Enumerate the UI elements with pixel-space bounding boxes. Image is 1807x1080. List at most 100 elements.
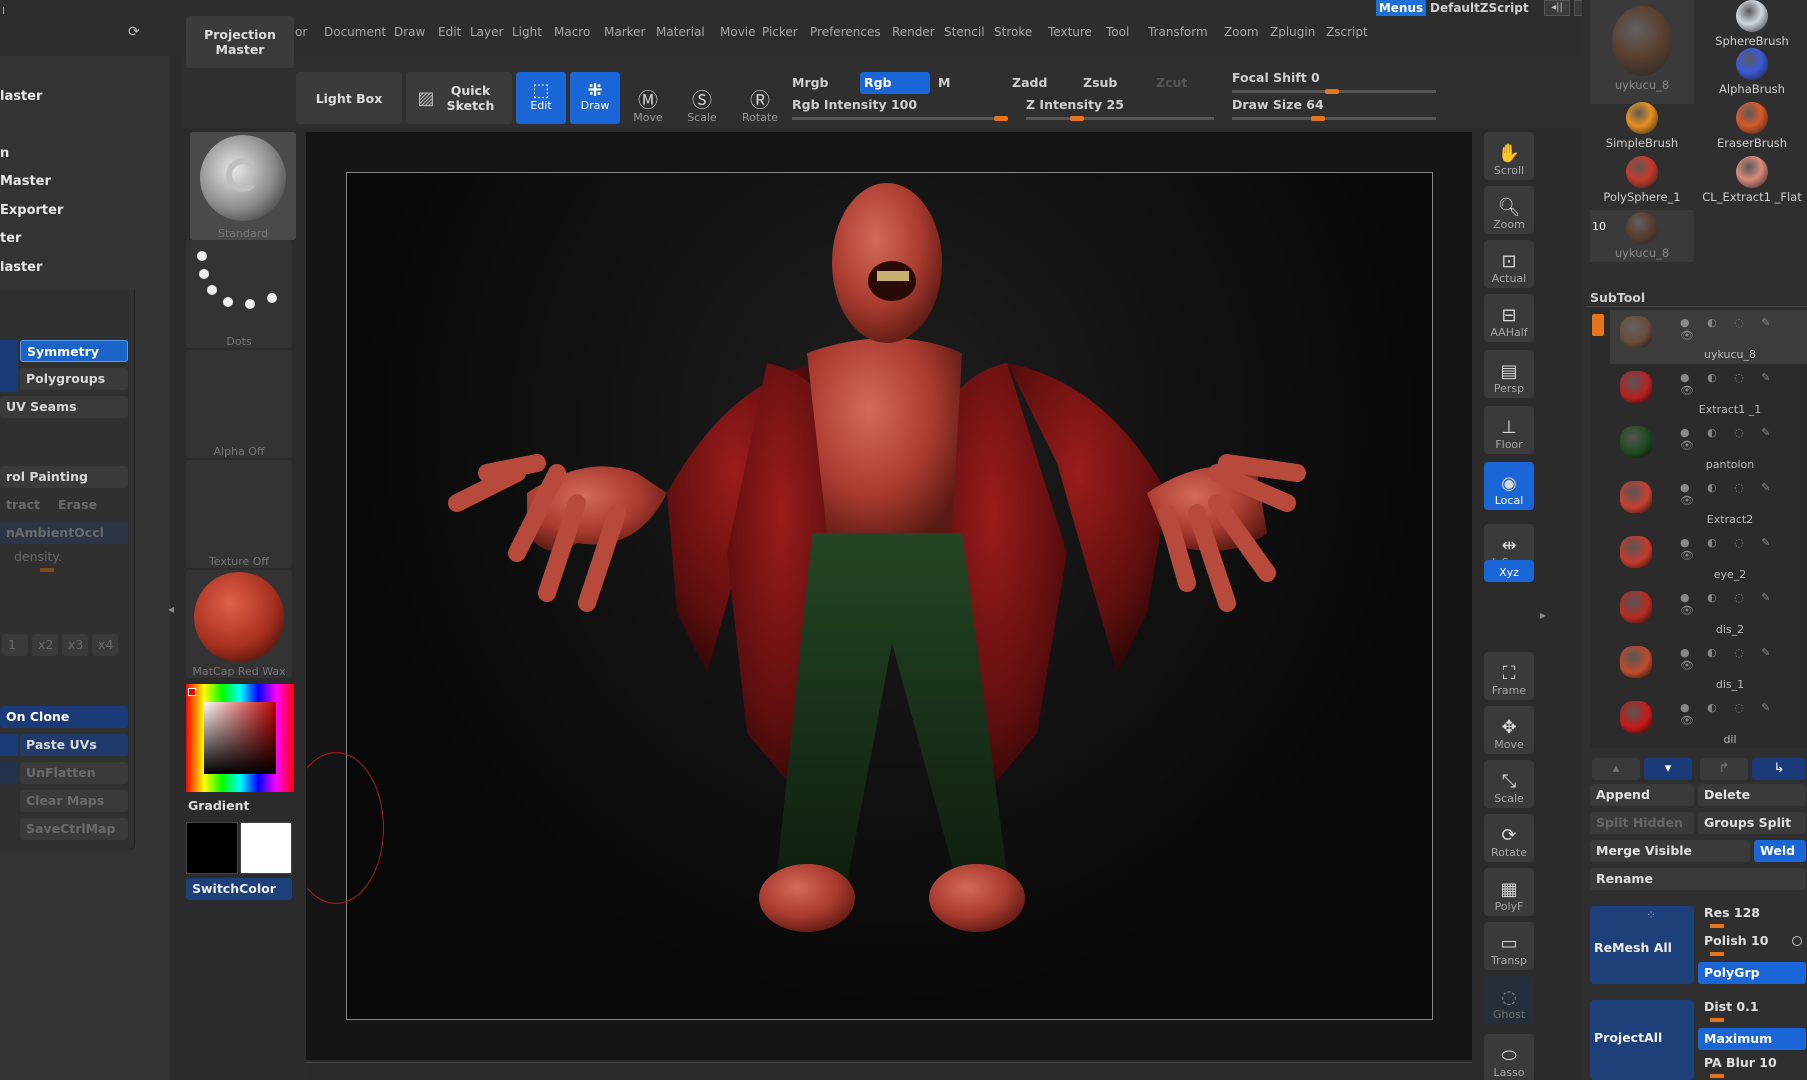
- subtool-row-0[interactable]: ● ◐ ◌ ✎ 👁︎ uykucu_8: [1610, 310, 1807, 364]
- merge-visible-button[interactable]: Merge Visible: [1590, 840, 1750, 862]
- right-tool-5[interactable]: ⊥ Floor: [1484, 406, 1534, 454]
- menu-17[interactable]: Texture: [1048, 25, 1092, 39]
- menu-arrow-icon[interactable]: ╷: [0, 0, 7, 14]
- menu-19[interactable]: Transform: [1148, 25, 1208, 39]
- refresh-icon[interactable]: ⟳: [128, 24, 140, 40]
- pa-blur-knob[interactable]: [1710, 1074, 1724, 1078]
- rgb-button[interactable]: Rgb: [860, 72, 930, 94]
- weld-button[interactable]: Weld: [1754, 840, 1806, 862]
- brush-cell-1[interactable]: SphereBrush: [1700, 0, 1804, 52]
- subtool-row-7[interactable]: ● ◐ ◌ ✎ 👁︎ dil: [1610, 695, 1807, 749]
- menu-9[interactable]: Marker: [604, 25, 645, 39]
- polygrp-button[interactable]: PolyGrp: [1698, 962, 1806, 984]
- brush-cell-5[interactable]: PolySphere_1: [1590, 154, 1694, 208]
- right-tool-11[interactable]: ⤡ Scale: [1484, 760, 1534, 808]
- light-box-button[interactable]: Light Box: [296, 72, 402, 124]
- edit-button[interactable]: ⬚ Edit: [516, 72, 566, 124]
- uv-seams-button[interactable]: UV Seams: [0, 396, 128, 418]
- menu-5[interactable]: Edit: [438, 25, 461, 39]
- rename-button[interactable]: Rename: [1590, 868, 1806, 890]
- menu-16[interactable]: Stroke: [994, 25, 1032, 39]
- subtool-arrow-up-icon[interactable]: ▴: [1592, 758, 1640, 780]
- paste-uvs-button[interactable]: Paste UVs: [20, 734, 128, 756]
- right-tool-3[interactable]: ⊟ AAHalf: [1484, 294, 1534, 342]
- focal-shift-knob[interactable]: [1325, 89, 1340, 94]
- layout-slider-icon[interactable]: ◂||: [1544, 0, 1570, 16]
- dist-knob[interactable]: [1710, 1018, 1724, 1022]
- subtool-move-icon[interactable]: ↱: [1700, 758, 1748, 780]
- menu-10[interactable]: Material: [656, 25, 705, 39]
- material-thumb[interactable]: MatCap Red Wax: [186, 570, 292, 678]
- groups-split-button[interactable]: Groups Split: [1698, 812, 1806, 834]
- left-item-4[interactable]: ter: [0, 231, 21, 246]
- left-item-3[interactable]: Exporter: [0, 203, 63, 218]
- subtool-toggles-icon-4[interactable]: ● ◐ ◌ ✎ 👁︎: [1680, 536, 1807, 562]
- brush-cell-3[interactable]: SimpleBrush: [1590, 100, 1694, 154]
- alpha-thumb[interactable]: Alpha Off: [186, 350, 292, 458]
- color-picker-cursor[interactable]: [188, 688, 196, 696]
- zadd-button[interactable]: Zadd: [1012, 75, 1047, 90]
- document-frame[interactable]: [346, 172, 1433, 1020]
- delete-button[interactable]: Delete: [1698, 784, 1806, 806]
- right-tool-1[interactable]: 🔍︎ Zoom: [1484, 186, 1534, 234]
- color-picker[interactable]: [186, 684, 294, 792]
- standard-brush-thumb[interactable]: Standard: [190, 132, 296, 240]
- brush-cell-6[interactable]: CL_Extract1 _Flat: [1700, 154, 1804, 208]
- subtool-toggles-icon-0[interactable]: ● ◐ ◌ ✎ 👁︎: [1680, 316, 1807, 342]
- menu-11[interactable]: Movie: [720, 25, 756, 39]
- subtool-move-down-icon[interactable]: ↳: [1752, 758, 1806, 780]
- polish-knob[interactable]: [1710, 952, 1724, 956]
- right-tool-13[interactable]: ▦ PolyF: [1484, 868, 1534, 916]
- z-intensity-knob[interactable]: [1069, 116, 1084, 121]
- density-slider[interactable]: density.: [8, 546, 128, 568]
- unflatten-button[interactable]: UnFlatten: [20, 762, 128, 784]
- right-tool-15[interactable]: ◌ Ghost: [1484, 976, 1534, 1024]
- left-item-0[interactable]: laster: [0, 89, 42, 104]
- right-tool-16[interactable]: ⬭ Lasso: [1484, 1034, 1534, 1080]
- subtool-row-5[interactable]: ● ◐ ◌ ✎ 👁︎ dis_2: [1610, 585, 1807, 639]
- symmetry-button[interactable]: Symmetry: [20, 340, 128, 362]
- projection-master-button[interactable]: Projection Master: [186, 16, 294, 68]
- character-model[interactable]: [347, 173, 1434, 1021]
- left-item-2[interactable]: Master: [0, 174, 51, 189]
- switch-color-button[interactable]: SwitchColor: [186, 878, 292, 900]
- polish-slider[interactable]: Polish 10: [1698, 930, 1806, 952]
- subtool-scrollbar[interactable]: [1592, 314, 1604, 336]
- subtool-arrow-down-icon[interactable]: ▾: [1644, 758, 1692, 780]
- res-slider[interactable]: Res 128: [1698, 902, 1806, 924]
- subtool-toggles-icon-6[interactable]: ● ◐ ◌ ✎ 👁︎: [1680, 646, 1807, 672]
- menu-22[interactable]: Zscript: [1326, 25, 1368, 39]
- density-knob[interactable]: [40, 568, 54, 572]
- res-knob[interactable]: [1710, 924, 1724, 928]
- save-ctrl-map-button[interactable]: SaveCtrlMap: [20, 818, 128, 840]
- subtool-row-6[interactable]: ● ◐ ◌ ✎ 👁︎ dis_1: [1610, 640, 1807, 694]
- right-tool-12[interactable]: ⟳ Rotate: [1484, 814, 1534, 862]
- menu-12[interactable]: Picker: [762, 25, 798, 39]
- rotate-tool[interactable]: Ⓡ Rotate: [738, 76, 782, 124]
- menu-13[interactable]: Preferences: [810, 25, 881, 39]
- polygroups-button[interactable]: Polygroups: [20, 368, 128, 390]
- right-tool-9[interactable]: ⛶ Frame: [1484, 652, 1534, 700]
- pa-blur-slider[interactable]: PA Blur 10: [1698, 1052, 1806, 1074]
- menu-7[interactable]: Light: [512, 25, 542, 39]
- right-tool-14[interactable]: ▭ Transp: [1484, 922, 1534, 970]
- menu-6[interactable]: Layer: [470, 25, 503, 39]
- extract-button[interactable]: tract: [0, 494, 60, 516]
- brush-cell-0[interactable]: uykucu_8: [1590, 0, 1694, 104]
- draw-button[interactable]: ⁜ Draw: [570, 72, 620, 124]
- subtool-row-3[interactable]: ● ◐ ◌ ✎ 👁︎ Extract2: [1610, 475, 1807, 529]
- menu-3[interactable]: Document: [324, 25, 386, 39]
- menu-8[interactable]: Macro: [554, 25, 590, 39]
- subtool-toggles-icon-2[interactable]: ● ◐ ◌ ✎ 👁︎: [1680, 426, 1807, 452]
- rol-painting-button[interactable]: rol Painting: [0, 466, 128, 488]
- dist-slider[interactable]: Dist 0.1: [1698, 996, 1806, 1018]
- split-hidden-button[interactable]: Split Hidden: [1590, 812, 1694, 834]
- right-tool-8[interactable]: Xyz: [1484, 560, 1534, 582]
- left-item-1[interactable]: n: [0, 146, 9, 161]
- subtool-toggles-icon-5[interactable]: ● ◐ ◌ ✎ 👁︎: [1680, 591, 1807, 617]
- multiplier-button-2[interactable]: x3: [62, 634, 88, 656]
- color-picker-square[interactable]: [204, 702, 276, 774]
- erase-button[interactable]: Erase: [52, 494, 112, 516]
- multiplier-button-0[interactable]: 1: [2, 634, 28, 656]
- draw-size-knob[interactable]: [1310, 116, 1325, 121]
